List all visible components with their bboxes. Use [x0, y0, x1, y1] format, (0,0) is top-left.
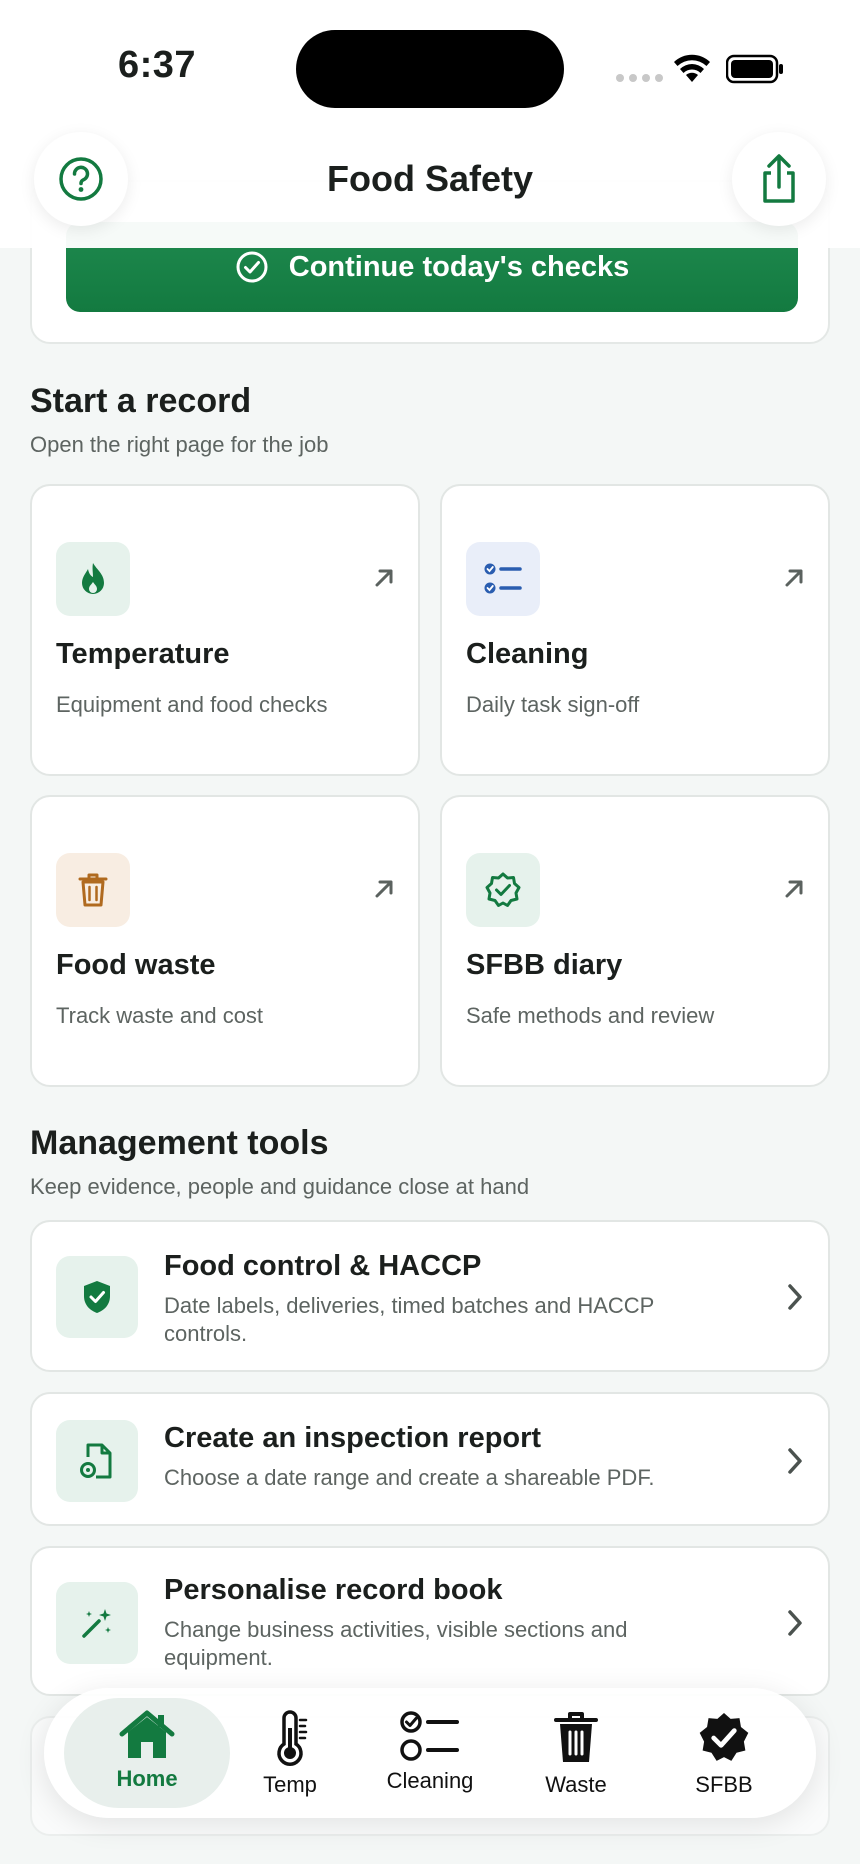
tile-sfbb-diary[interactable]: SFBB diary Safe methods and review [440, 795, 830, 1087]
tool-inspection-desc: Choose a date range and create a shareab… [164, 1465, 655, 1490]
magic-wand-icon [56, 1582, 138, 1664]
tool-inspection-title: Create an inspection report [164, 1422, 542, 1454]
tile-food-waste-title: Food waste [56, 949, 216, 981]
tool-food-control-desc: Date labels, deliveries, timed batches a… [164, 1293, 654, 1346]
house-icon [119, 1710, 175, 1758]
tile-food-waste[interactable]: Food waste Track waste and cost [30, 795, 420, 1087]
tab-bar: Home Temp Cleaning Waste SFBB [44, 1688, 816, 1818]
tile-food-waste-subtitle: Track waste and cost [56, 1003, 264, 1028]
status-bar: 6:37 [0, 0, 860, 128]
tile-cleaning-title: Cleaning [466, 638, 589, 670]
page-title: Food Safety [326, 158, 533, 199]
cellular-signal-icon [616, 74, 663, 82]
battery-icon [726, 54, 783, 84]
tile-sfbb-title: SFBB diary [466, 949, 623, 981]
tab-sfbb-label: SFBB [695, 1772, 753, 1797]
dynamic-island [296, 30, 564, 108]
tool-personalise-title: Personalise record book [164, 1574, 503, 1606]
tile-cleaning-subtitle: Daily task sign-off [466, 692, 640, 717]
management-tools-title: Management tools [30, 1124, 329, 1162]
tile-temperature-subtitle: Equipment and food checks [56, 692, 328, 717]
tab-home-label: Home [116, 1766, 178, 1791]
chevron-right-icon [788, 1610, 802, 1636]
tab-sfbb[interactable]: SFBB [644, 1688, 804, 1818]
tab-waste[interactable]: Waste [496, 1688, 656, 1818]
checklist-icon [466, 542, 540, 616]
tile-temperature-title: Temperature [56, 638, 230, 670]
tool-personalise-record-book[interactable]: Personalise record book Change business … [30, 1546, 830, 1696]
arrow-up-right-icon [375, 569, 393, 587]
management-tools-subtitle: Keep evidence, people and guidance close… [30, 1174, 530, 1199]
status-time: 6:37 [118, 44, 197, 86]
app-header: Food Safety [0, 128, 860, 248]
wifi-icon [674, 54, 710, 82]
thermometer-icon [277, 1710, 308, 1766]
start-record-subtitle: Open the right page for the job [30, 432, 329, 457]
tile-sfbb-subtitle: Safe methods and review [466, 1003, 715, 1028]
flame-icon [56, 542, 130, 616]
tab-temp[interactable]: Temp [210, 1688, 370, 1818]
verified-badge-icon [699, 1712, 749, 1761]
share-button[interactable] [732, 132, 826, 226]
chevron-right-icon [788, 1448, 802, 1474]
bin-icon [554, 1712, 598, 1762]
tool-food-control-haccp[interactable]: Food control & HACCP Date labels, delive… [30, 1220, 830, 1372]
tile-temperature[interactable]: Temperature Equipment and food checks [30, 484, 420, 776]
document-gear-icon [56, 1420, 138, 1502]
arrow-up-right-icon [785, 569, 803, 587]
arrow-up-right-icon [785, 880, 803, 898]
tile-cleaning[interactable]: Cleaning Daily task sign-off [440, 484, 830, 776]
check-circle-icon [236, 251, 268, 283]
tool-food-control-title: Food control & HACCP [164, 1250, 482, 1282]
tool-inspection-report[interactable]: Create an inspection report Choose a dat… [30, 1392, 830, 1526]
tab-cleaning[interactable]: Cleaning [350, 1688, 510, 1818]
verified-badge-icon [466, 853, 540, 927]
arrow-up-right-icon [375, 880, 393, 898]
tab-temp-label: Temp [263, 1772, 317, 1797]
tool-personalise-desc: Change business activities, visible sect… [164, 1617, 628, 1670]
chevron-right-icon [788, 1284, 802, 1310]
start-record-title: Start a record [30, 382, 252, 420]
checklist-icon [400, 1711, 459, 1761]
bin-icon [56, 853, 130, 927]
share-icon [763, 154, 795, 203]
tab-waste-label: Waste [545, 1772, 607, 1797]
shield-check-icon [56, 1256, 138, 1338]
tab-cleaning-label: Cleaning [386, 1768, 474, 1793]
continue-checks-label: Continue today's checks [288, 250, 630, 283]
